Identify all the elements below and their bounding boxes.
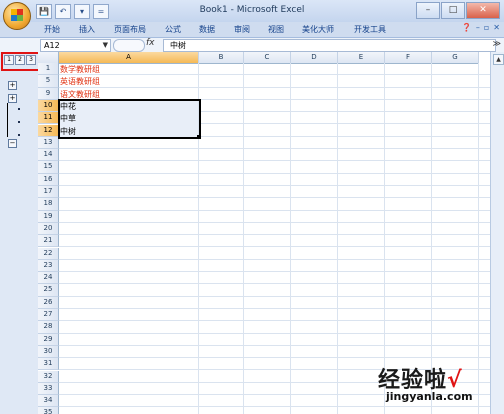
row-header-19[interactable]: 19: [38, 210, 59, 223]
row-header-26[interactable]: 26: [38, 296, 59, 309]
table-row: [59, 346, 498, 359]
scroll-up-icon[interactable]: ▲: [493, 54, 504, 65]
ribbon-right-controls: ❓ – ▫ ✕: [462, 23, 500, 32]
row-header-23[interactable]: 23: [38, 259, 59, 273]
expand-group-button[interactable]: +: [8, 94, 17, 103]
table-row: [59, 75, 498, 88]
maximize-button[interactable]: □: [441, 2, 465, 19]
ribbon-close-icon[interactable]: ✕: [493, 23, 500, 32]
insert-function-icon[interactable]: fx: [146, 38, 155, 48]
row-header-32[interactable]: 32: [38, 370, 59, 383]
row-header-15[interactable]: 15: [38, 161, 59, 174]
ribbon-restore-icon[interactable]: ▫: [484, 23, 489, 32]
row-header-33[interactable]: 33: [38, 382, 59, 396]
tab-home[interactable]: 开始: [44, 24, 60, 35]
row-header-30[interactable]: 30: [38, 345, 59, 359]
outline-dot: [18, 121, 20, 123]
formula-bar: A12 ▼ fx 中树 ≫: [0, 38, 504, 53]
cell-a5[interactable]: 英语教研组: [60, 76, 100, 87]
row-header-27[interactable]: 27: [38, 309, 59, 322]
row-header-11[interactable]: 11: [38, 112, 59, 125]
table-row: [59, 297, 498, 309]
collapse-group-button[interactable]: −: [8, 139, 17, 148]
watermark-url: jingyanla.com: [386, 390, 473, 403]
ribbon-minimize-icon[interactable]: –: [476, 23, 480, 32]
minimize-button[interactable]: –: [416, 2, 440, 19]
tab-developer[interactable]: 开发工具: [354, 24, 386, 35]
table-row: [59, 235, 498, 248]
tab-data[interactable]: 数据: [199, 24, 215, 35]
name-box[interactable]: A12 ▼: [40, 39, 111, 52]
table-row: [59, 407, 498, 414]
tab-page-layout[interactable]: 页面布局: [114, 24, 146, 35]
tab-formulas[interactable]: 公式: [165, 24, 181, 35]
name-box-value: A12: [44, 41, 60, 50]
office-button[interactable]: [3, 2, 31, 30]
table-row: [59, 149, 498, 162]
table-row: [59, 272, 498, 285]
table-row: [59, 63, 498, 76]
outline-dot: [18, 108, 20, 110]
formula-cancel-enter-group[interactable]: [113, 39, 145, 52]
formula-input[interactable]: 中树: [163, 39, 496, 52]
tab-beautify-master[interactable]: 美化大师: [302, 24, 334, 35]
row-header-9[interactable]: 9: [38, 87, 59, 100]
outline-bracket: [7, 103, 8, 137]
outline-panel: 1 2 3 + + −: [0, 52, 42, 414]
tab-insert[interactable]: 插入: [79, 24, 95, 35]
row-header-29[interactable]: 29: [38, 333, 59, 346]
row-header-1[interactable]: 1: [38, 63, 59, 76]
row-header-22[interactable]: 22: [38, 247, 59, 260]
table-row: [59, 211, 498, 223]
selection-border: [58, 98, 201, 139]
tab-review[interactable]: 审阅: [234, 24, 250, 35]
expand-group-button[interactable]: +: [8, 81, 17, 90]
window-controls: – □ ✕: [416, 2, 500, 19]
table-row: [59, 284, 498, 297]
ribbon-tabs: 开始 插入 页面布局 公式 数据 审阅 视图 美化大师 开发工具 ❓ – ▫ ✕: [0, 22, 504, 38]
table-row: [59, 198, 498, 211]
vertical-scrollbar[interactable]: ▲: [490, 52, 504, 414]
chevron-down-icon[interactable]: ▼: [103, 40, 108, 51]
row-header-14[interactable]: 14: [38, 149, 59, 162]
cell-a1[interactable]: 数学教研组: [60, 64, 100, 75]
fill-handle[interactable]: [197, 134, 201, 139]
row-header-5[interactable]: 5: [38, 75, 59, 88]
expand-formula-bar-icon[interactable]: ≫: [493, 39, 501, 48]
row-header-20[interactable]: 20: [38, 222, 59, 236]
table-row: [59, 334, 498, 346]
table-row: [59, 260, 498, 273]
row-header-28[interactable]: 28: [38, 321, 59, 334]
row-header-12[interactable]: 12: [38, 124, 59, 137]
row-header-25[interactable]: 25: [38, 284, 59, 297]
office-logo-icon: [11, 9, 23, 21]
row-header-13[interactable]: 13: [38, 136, 59, 150]
tab-view[interactable]: 视图: [268, 24, 284, 35]
row-header-35[interactable]: 35: [38, 407, 59, 414]
table-row: [59, 174, 498, 186]
row-header-18[interactable]: 18: [38, 198, 59, 211]
help-icon[interactable]: ❓: [462, 23, 472, 32]
table-row: [59, 186, 498, 199]
table-row: [59, 321, 498, 334]
table-row: [59, 309, 498, 322]
table-row: [59, 223, 498, 236]
row-header-21[interactable]: 21: [38, 235, 59, 248]
row-header-31[interactable]: 31: [38, 358, 59, 371]
outline-dot: [18, 134, 20, 136]
close-button[interactable]: ✕: [466, 2, 500, 19]
row-header-24[interactable]: 24: [38, 272, 59, 285]
spreadsheet-grid[interactable]: A B C D E F G 1 5 9 10 11 12 13 14 15 16 17 18 19 20 21 22 23 24…: [38, 52, 498, 414]
row-header-17[interactable]: 17: [38, 186, 59, 199]
row-header-10[interactable]: 10: [38, 99, 59, 113]
table-row: [59, 161, 498, 174]
table-row: [59, 248, 498, 260]
highlight-box: [1, 52, 42, 71]
row-header-16[interactable]: 16: [38, 173, 59, 186]
row-header-34[interactable]: 34: [38, 395, 59, 408]
title-bar: 💾 ↶ ▾ = Book1 - Microsoft Excel – □ ✕: [0, 0, 504, 23]
